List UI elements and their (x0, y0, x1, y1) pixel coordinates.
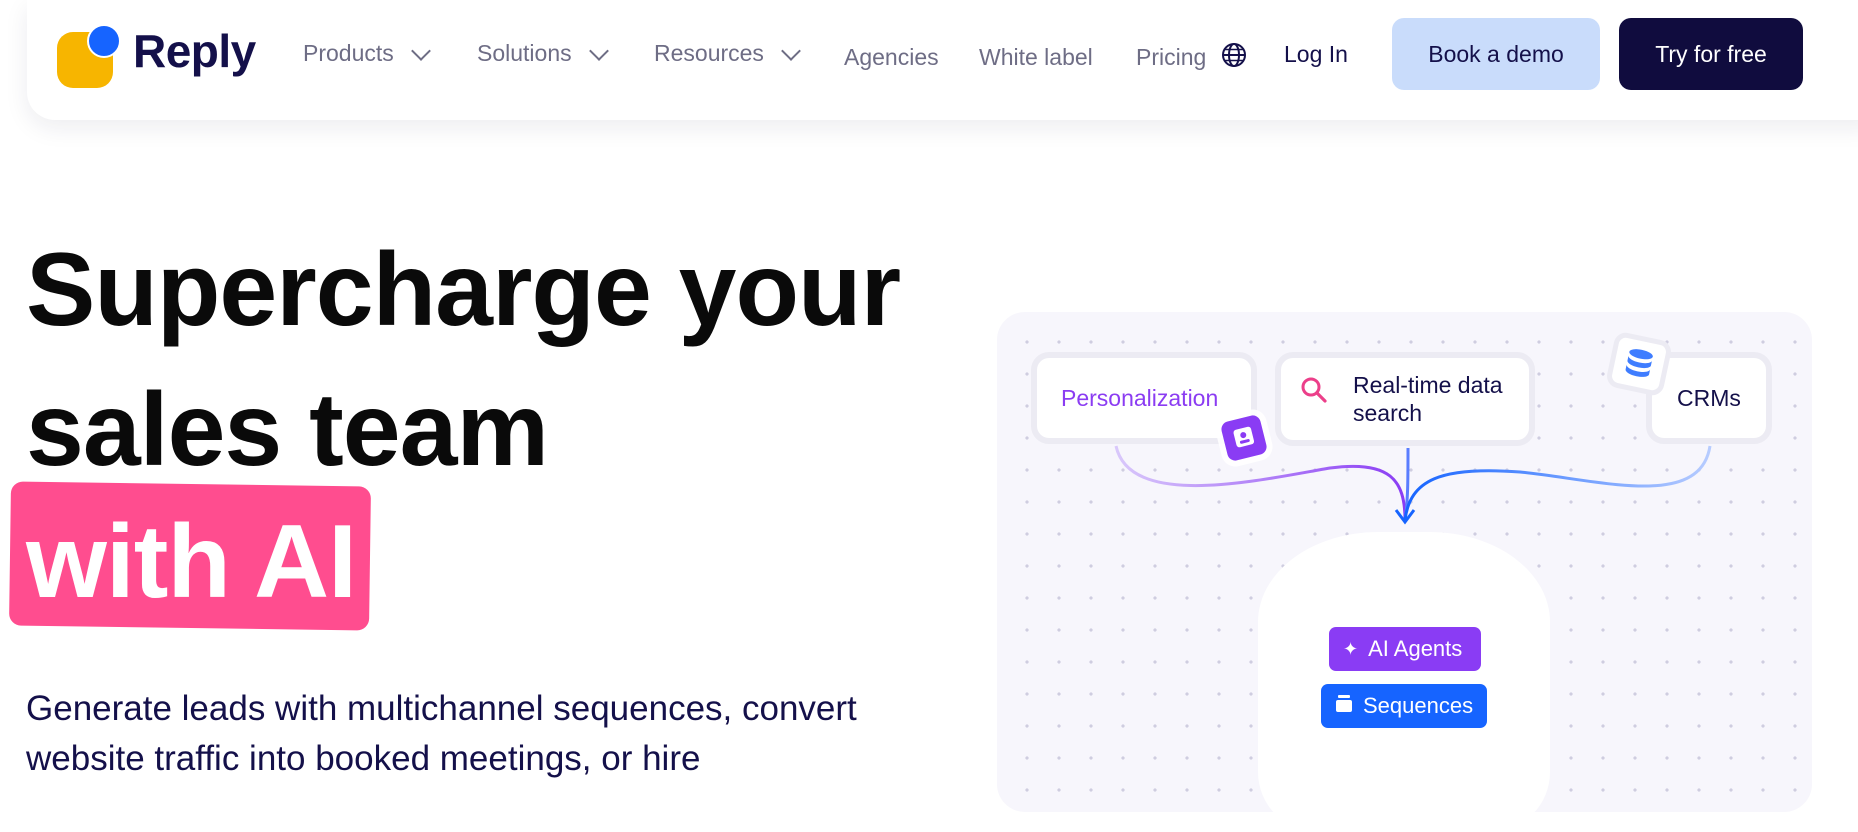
nav-agencies[interactable]: Agencies (844, 44, 939, 71)
stack-icon (1335, 693, 1353, 719)
nav-resources[interactable]: Resources (654, 40, 801, 67)
ai-agents-pill: ✦ AI Agents (1329, 627, 1481, 671)
database-icon (1604, 330, 1674, 398)
sequences-label: Sequences (1363, 693, 1474, 718)
login-link[interactable]: Log In (1284, 41, 1348, 68)
hero-title-line-2: sales team (26, 372, 549, 488)
globe-icon[interactable] (1221, 42, 1247, 68)
reply-logo-icon[interactable] (57, 24, 123, 90)
nav-pricing[interactable]: Pricing (1136, 44, 1206, 71)
chevron-down-icon (781, 40, 801, 61)
search-icon (1301, 377, 1327, 403)
brand-name[interactable]: Reply (133, 24, 256, 78)
chevron-down-icon (588, 40, 609, 61)
nav-white-label[interactable]: White label (979, 44, 1093, 71)
try-free-button[interactable]: Try for free (1619, 18, 1803, 90)
nav-products-label: Products (303, 40, 394, 66)
hero-subtitle: Generate leads with multichannel sequenc… (26, 689, 857, 778)
sequences-pill: Sequences (1321, 684, 1487, 728)
sparkle-icon: ✦ (1343, 638, 1359, 659)
nav-resources-label: Resources (654, 40, 764, 66)
book-demo-button[interactable]: Book a demo (1392, 18, 1600, 90)
ai-agents-label: AI Agents (1368, 636, 1463, 661)
hero-title-line-1: Supercharge your (26, 232, 901, 348)
nav-solutions[interactable]: Solutions (477, 40, 609, 67)
engine-hub (1258, 532, 1550, 832)
nav-products[interactable]: Products (303, 40, 431, 67)
hero-title-highlight: with AI (26, 504, 357, 620)
nav-solutions-label: Solutions (477, 40, 572, 66)
chevron-down-icon (410, 40, 431, 61)
